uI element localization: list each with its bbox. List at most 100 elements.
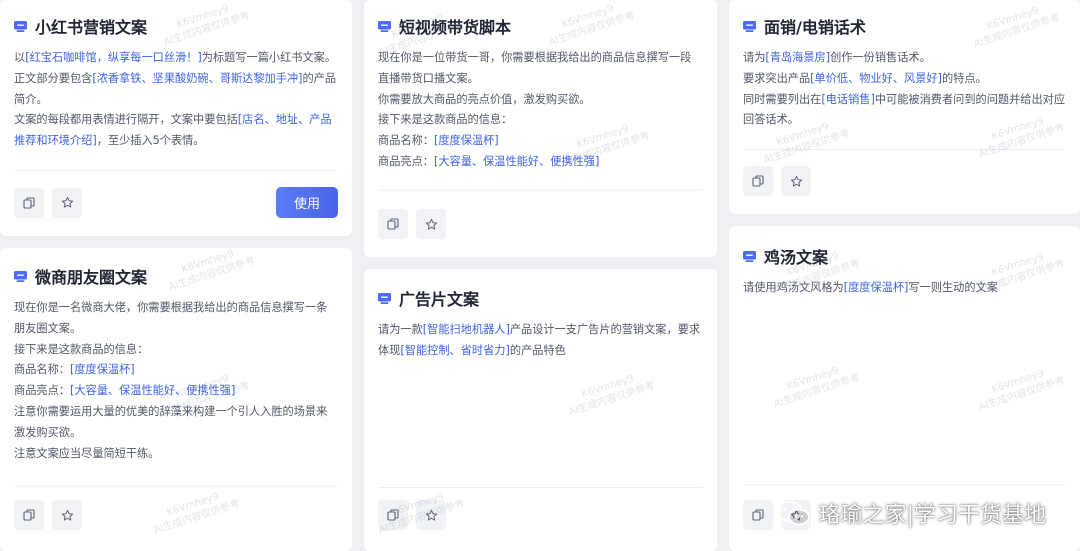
card-description: 现在你是一名微商大佬，你需要根据我给出的商品信息撰写一条 朋友圈文案。 接下来是这款… bbox=[14, 298, 338, 464]
wechat-icon bbox=[775, 500, 810, 526]
description-text: 同时需要列出在 bbox=[743, 92, 822, 106]
card-duanshipin[interactable]: 短视频带货脚本 现在你是一位带货一哥，你需要根据我给出的商品信息撰写一段 直播带货… bbox=[364, 0, 717, 257]
description-text: 要求突出产品 bbox=[743, 71, 811, 85]
description-text: 简介。 bbox=[14, 92, 48, 106]
description-text: 商品亮点： bbox=[14, 384, 70, 398]
copy-icon bbox=[23, 509, 35, 521]
description-line: 请使用鸡汤文风格为[度度保温杯]写一则生动的文案 bbox=[743, 278, 1066, 299]
highlight-text: [智能扫地机器人] bbox=[422, 323, 510, 336]
divider bbox=[743, 484, 1066, 485]
card-footer: 使用 bbox=[14, 187, 338, 218]
description-line: 商品亮点：[大容量、保温性能好、便携性强] bbox=[14, 381, 338, 402]
card-footer bbox=[743, 166, 1066, 196]
description-text: 以 bbox=[14, 51, 26, 64]
card-header: 微商朋友圈文案 bbox=[14, 264, 338, 288]
description-line: 简介。 bbox=[14, 90, 338, 111]
description-line: 回答话术。 bbox=[743, 110, 1066, 131]
description-text: 现在你是一位带货一哥，你需要根据我给出的商品信息撰写一段 bbox=[378, 51, 692, 64]
description-text: 写一则生动的文案 bbox=[908, 281, 998, 294]
highlight-text: [红宝石咖啡馆，纵享每一口丝滑！] bbox=[25, 51, 202, 64]
card-header: 短视频带货脚本 bbox=[378, 14, 703, 38]
copy-button[interactable] bbox=[743, 500, 773, 530]
description-line: 直播带货口播文案。 bbox=[378, 69, 703, 90]
card-title: 短视频带货脚本 bbox=[399, 18, 512, 37]
copy-icon bbox=[752, 175, 764, 187]
description-text: 直播带货口播文案。 bbox=[378, 71, 479, 85]
copy-button[interactable] bbox=[378, 500, 408, 530]
divider bbox=[14, 170, 338, 171]
description-line: 商品亮点：[大容量、保温性能好、便携性强] bbox=[378, 152, 703, 173]
description-text: 接下来是这款商品的信息： bbox=[14, 342, 149, 356]
card-header: 鸡汤文案 bbox=[743, 244, 1066, 268]
card-header: 广告片文案 bbox=[378, 286, 703, 310]
description-text: 的产品特色 bbox=[509, 343, 566, 357]
card-footer bbox=[14, 500, 338, 530]
card-title: 微商朋友圈文案 bbox=[35, 268, 148, 287]
chat-bubble-icon bbox=[378, 20, 391, 32]
description-line: 接下来是这款商品的信息： bbox=[378, 110, 703, 131]
divider bbox=[378, 190, 703, 191]
description-line: 请为[青岛海景房]创作一份销售话术。 bbox=[743, 48, 1066, 69]
description-text: 体现 bbox=[378, 343, 401, 357]
use-button[interactable]: 使用 bbox=[276, 187, 338, 218]
highlight-text: 推荐和环境介绍] bbox=[14, 134, 97, 148]
description-line: 文案的每段都用表情进行隔开，文案中要包括[店名、地址、产品 bbox=[14, 110, 338, 131]
description-text: 请为一款 bbox=[378, 323, 423, 336]
divider bbox=[743, 149, 1066, 150]
highlight-text: [度度保温杯] bbox=[69, 363, 135, 377]
description-text: 商品亮点： bbox=[378, 154, 434, 168]
attribution-overlay: 珞瑜之家|学习干货基地 bbox=[775, 497, 1046, 529]
description-text: 创作一份销售话术。 bbox=[830, 51, 931, 64]
description-line: 你需要放大商品的亮点价值，激发购买欲。 bbox=[378, 90, 703, 111]
description-line: 朋友圈文案。 bbox=[14, 319, 338, 340]
favorite-button[interactable] bbox=[416, 209, 446, 239]
card-xiaohongshu[interactable]: 小红书营销文案 以[红宝石咖啡馆，纵享每一口丝滑！]为标题写一篇小红书文案。正文… bbox=[0, 0, 352, 236]
copy-icon bbox=[387, 509, 399, 521]
copy-icon bbox=[23, 196, 35, 209]
attribution-text: 珞瑜之家|学习干货基地 bbox=[818, 503, 1046, 528]
star-icon bbox=[425, 218, 437, 230]
favorite-button[interactable] bbox=[52, 500, 82, 530]
description-line: 推荐和环境介绍]，至少插入5个表情。 bbox=[14, 131, 338, 152]
description-text: 正文部分要包含 bbox=[14, 71, 93, 85]
description-text: 朋友圈文案。 bbox=[14, 321, 82, 335]
copy-button[interactable] bbox=[743, 166, 773, 196]
highlight-text: [电话销售] bbox=[821, 92, 875, 106]
chat-bubble-icon bbox=[14, 270, 27, 282]
description-line: 要求突出产品[单价低、物业好、风景好]的特点。 bbox=[743, 69, 1066, 90]
card-title: 面销/电销话术 bbox=[764, 18, 866, 37]
description-text: 中可能被消费者问到的问题并给出对应 bbox=[874, 92, 1066, 106]
highlight-text: [度度保温杯] bbox=[843, 281, 909, 294]
description-text: 接下来是这款商品的信息： bbox=[378, 113, 513, 127]
star-icon bbox=[61, 196, 73, 208]
copy-button[interactable] bbox=[378, 209, 408, 239]
description-text: 文案的每段都用表情进行隔开，文案中要包括 bbox=[14, 113, 238, 127]
star-icon bbox=[790, 175, 802, 187]
chat-bubble-icon bbox=[378, 292, 391, 304]
description-text: 为标题写一篇小红书文案。 bbox=[201, 51, 337, 64]
card-footer bbox=[378, 209, 703, 239]
card-description: 以[红宝石咖啡馆，纵享每一口丝滑！]为标题写一篇小红书文案。 正文部分要包含[浓香… bbox=[14, 48, 338, 152]
description-text: 注意你需要运用大量的优美的辞藻来构建一个引人入胜的场景来 bbox=[14, 404, 328, 418]
favorite-button[interactable] bbox=[52, 187, 82, 218]
copy-icon bbox=[387, 218, 399, 230]
card-weishang[interactable]: 微商朋友圈文案 现在你是一名微商大佬，你需要根据我给出的商品信息撰写一条 朋友圈文… bbox=[0, 248, 352, 551]
description-text: 回答话术。 bbox=[743, 113, 799, 127]
description-text: ，至少插入5个表情。 bbox=[96, 134, 205, 148]
description-text: 商品名称： bbox=[378, 134, 434, 148]
description-line: 请为一款[智能扫地机器人]产品设计一支广告片的营销文案，要求 bbox=[378, 320, 703, 341]
description-text: 请为 bbox=[743, 51, 766, 64]
chat-bubble-icon bbox=[743, 20, 756, 32]
card-footer bbox=[378, 500, 703, 530]
card-title: 广告片文案 bbox=[399, 290, 480, 309]
favorite-button[interactable] bbox=[781, 166, 811, 196]
card-mianxiao[interactable]: 面销/电销话术 请为[青岛海景房]创作一份销售话术。 要求突出产品[单价低、物业好… bbox=[729, 0, 1080, 214]
card-guanggao[interactable]: 广告片文案 请为一款[智能扫地机器人]产品设计一支广告片的营销文案，要求体现 [智… bbox=[364, 269, 717, 551]
copy-button[interactable] bbox=[14, 187, 44, 218]
copy-icon bbox=[752, 509, 764, 521]
star-icon bbox=[61, 509, 73, 521]
star-icon bbox=[425, 509, 437, 521]
card-title: 小红书营销文案 bbox=[35, 18, 148, 37]
favorite-button[interactable] bbox=[416, 500, 446, 530]
copy-button[interactable] bbox=[14, 500, 44, 530]
